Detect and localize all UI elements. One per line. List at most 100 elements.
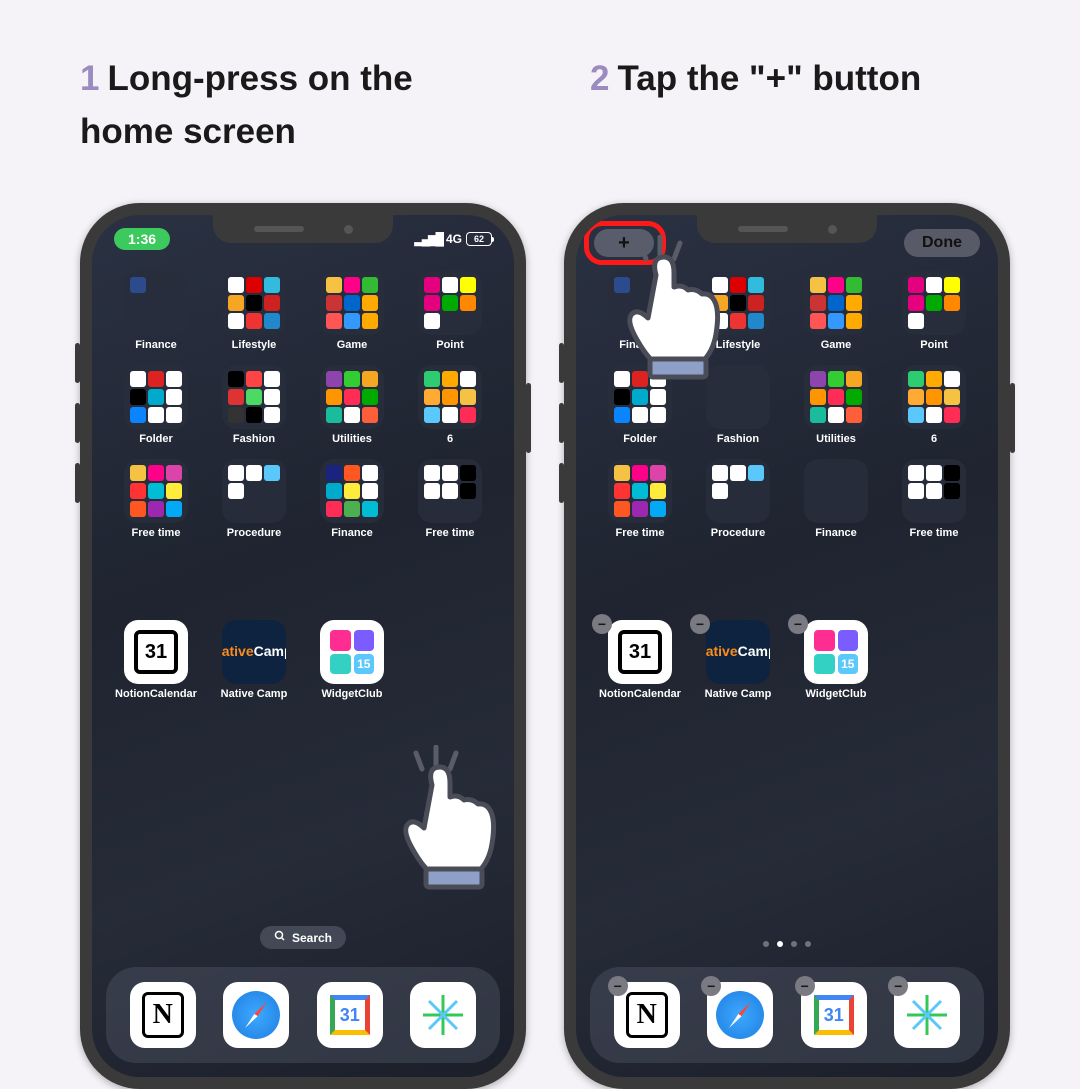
app-folder[interactable]: Game (310, 271, 394, 351)
search-button[interactable]: Search (260, 926, 346, 949)
app-folder[interactable]: Lifestyle (696, 271, 780, 351)
app-folder[interactable]: Free time (892, 459, 976, 539)
app-folder[interactable]: Fashion (696, 365, 780, 445)
app-folder[interactable]: Lifestyle (212, 271, 296, 351)
app-folder[interactable]: Folder (114, 365, 198, 445)
folder-label: Fashion (717, 433, 759, 445)
claude-icon (410, 982, 476, 1048)
app-label: WidgetClub (806, 688, 867, 700)
home-screen-editmode[interactable]: + Done Finance Lifestyle Game Point Folder Fa… (576, 215, 998, 1077)
folder-label: Fashion (233, 433, 275, 445)
folder-label: Point (920, 339, 948, 351)
folder-label: Folder (139, 433, 173, 445)
folder-label: Free time (426, 527, 475, 539)
app-folder[interactable]: Utilities (310, 365, 394, 445)
remove-app-button[interactable]: − (690, 614, 710, 634)
folder-label: Procedure (711, 527, 765, 539)
app[interactable]: −31NotionCalendar (598, 620, 682, 700)
app-folder[interactable]: Finance (598, 271, 682, 351)
app-folder[interactable]: 6 (892, 365, 976, 445)
app[interactable]: NativeCamp.Native Camp (212, 620, 296, 700)
app-folder[interactable]: Folder (598, 365, 682, 445)
dock: N 31 (106, 967, 500, 1063)
folder-label: Free time (132, 527, 181, 539)
app-folder[interactable]: Finance (310, 459, 394, 539)
dock-app[interactable]: 31 (317, 982, 383, 1048)
app[interactable]: −15WidgetClub (794, 620, 878, 700)
phone-mockup-1: 1:36 ▂▄▆█ 4G 62 Finance Lifestyle Game Poin… (80, 203, 526, 1089)
google-calendar-icon: 31 (317, 982, 383, 1048)
hand-cursor-icon (382, 745, 514, 905)
dock-app[interactable]: −31 (801, 982, 867, 1048)
status-right: ▂▄▆█ 4G 62 (415, 232, 492, 246)
app[interactable]: 15 WidgetClub (310, 620, 394, 700)
notion-calendar-icon: 31 (608, 620, 672, 684)
folder-label: Lifestyle (232, 339, 277, 351)
step-number: 2 (590, 59, 609, 98)
widgetclub-icon: 15 (804, 620, 868, 684)
app-folder[interactable]: Free time (408, 459, 492, 539)
dock-app[interactable]: N (130, 982, 196, 1048)
app-label: NotionCalendar (599, 688, 681, 700)
step-1-heading: 1Long-press on the home screen (80, 53, 500, 158)
folder-label: Free time (616, 527, 665, 539)
app-folder[interactable]: Finance (114, 271, 198, 351)
folder-label: Free time (910, 527, 959, 539)
dock-app[interactable] (410, 982, 476, 1048)
app-folder[interactable]: Procedure (212, 459, 296, 539)
notch (697, 215, 877, 243)
phone-mockup-2: + Done Finance Lifestyle Game Point Folder Fa… (564, 203, 1010, 1089)
app-folder[interactable]: Free time (114, 459, 198, 539)
folder-label: Finance (619, 339, 661, 351)
done-button[interactable]: Done (904, 229, 980, 257)
app-folder[interactable]: Finance (794, 459, 878, 539)
time-pill: 1:36 (114, 228, 170, 250)
app-folder[interactable]: Point (892, 271, 976, 351)
notion-calendar-icon: 31 (124, 620, 188, 684)
widgetclub-icon: 15 (320, 620, 384, 684)
dock-app[interactable]: −N (614, 982, 680, 1048)
page-indicator[interactable] (763, 941, 811, 947)
step-2-heading: 2Tap the "+" button (590, 53, 1010, 106)
home-screen[interactable]: 1:36 ▂▄▆█ 4G 62 Finance Lifestyle Game Poin… (92, 215, 514, 1077)
add-widget-button[interactable]: + (594, 229, 654, 257)
step-text: Long-press on the home screen (80, 59, 413, 151)
app[interactable]: −NativeCamp.Native Camp (696, 620, 780, 700)
remove-app-button[interactable]: − (592, 614, 612, 634)
step-text: Tap the "+" button (617, 59, 921, 98)
remove-app-button[interactable]: − (608, 976, 628, 996)
app-label: Native Camp (705, 688, 772, 700)
folder-label: Point (436, 339, 464, 351)
dock-app[interactable]: − (894, 982, 960, 1048)
safari-icon (223, 982, 289, 1048)
search-label: Search (292, 931, 332, 945)
app-folder[interactable]: Game (794, 271, 878, 351)
remove-app-button[interactable]: − (795, 976, 815, 996)
folder-label: Finance (331, 527, 373, 539)
step-number: 1 (80, 59, 99, 98)
notch (213, 215, 393, 243)
app-folder[interactable]: Free time (598, 459, 682, 539)
app-label: WidgetClub (322, 688, 383, 700)
folder-label: Finance (135, 339, 177, 351)
app-folder[interactable]: 6 (408, 365, 492, 445)
search-icon (274, 930, 286, 945)
app-folder[interactable]: Utilities (794, 365, 878, 445)
folder-grid: Finance Lifestyle Game Point Folder Fashion Ut… (92, 271, 514, 539)
dock-app[interactable]: − (707, 982, 773, 1048)
folder-label: Procedure (227, 527, 281, 539)
folder-label: Utilities (816, 433, 856, 445)
app-folder[interactable]: Procedure (696, 459, 780, 539)
app[interactable]: 31NotionCalendar (114, 620, 198, 700)
folder-label: Lifestyle (716, 339, 761, 351)
app-folder[interactable]: Point (408, 271, 492, 351)
network-label: 4G (446, 232, 462, 246)
app-folder[interactable]: Fashion (212, 365, 296, 445)
remove-app-button[interactable]: − (788, 614, 808, 634)
dock: −N−−31− (590, 967, 984, 1063)
folder-label: 6 (931, 433, 937, 445)
folder-label: Utilities (332, 433, 372, 445)
native-camp-icon: NativeCamp. (222, 620, 286, 684)
folder-grid: Finance Lifestyle Game Point Folder Fashion Ut… (576, 271, 998, 539)
dock-app[interactable] (223, 982, 289, 1048)
